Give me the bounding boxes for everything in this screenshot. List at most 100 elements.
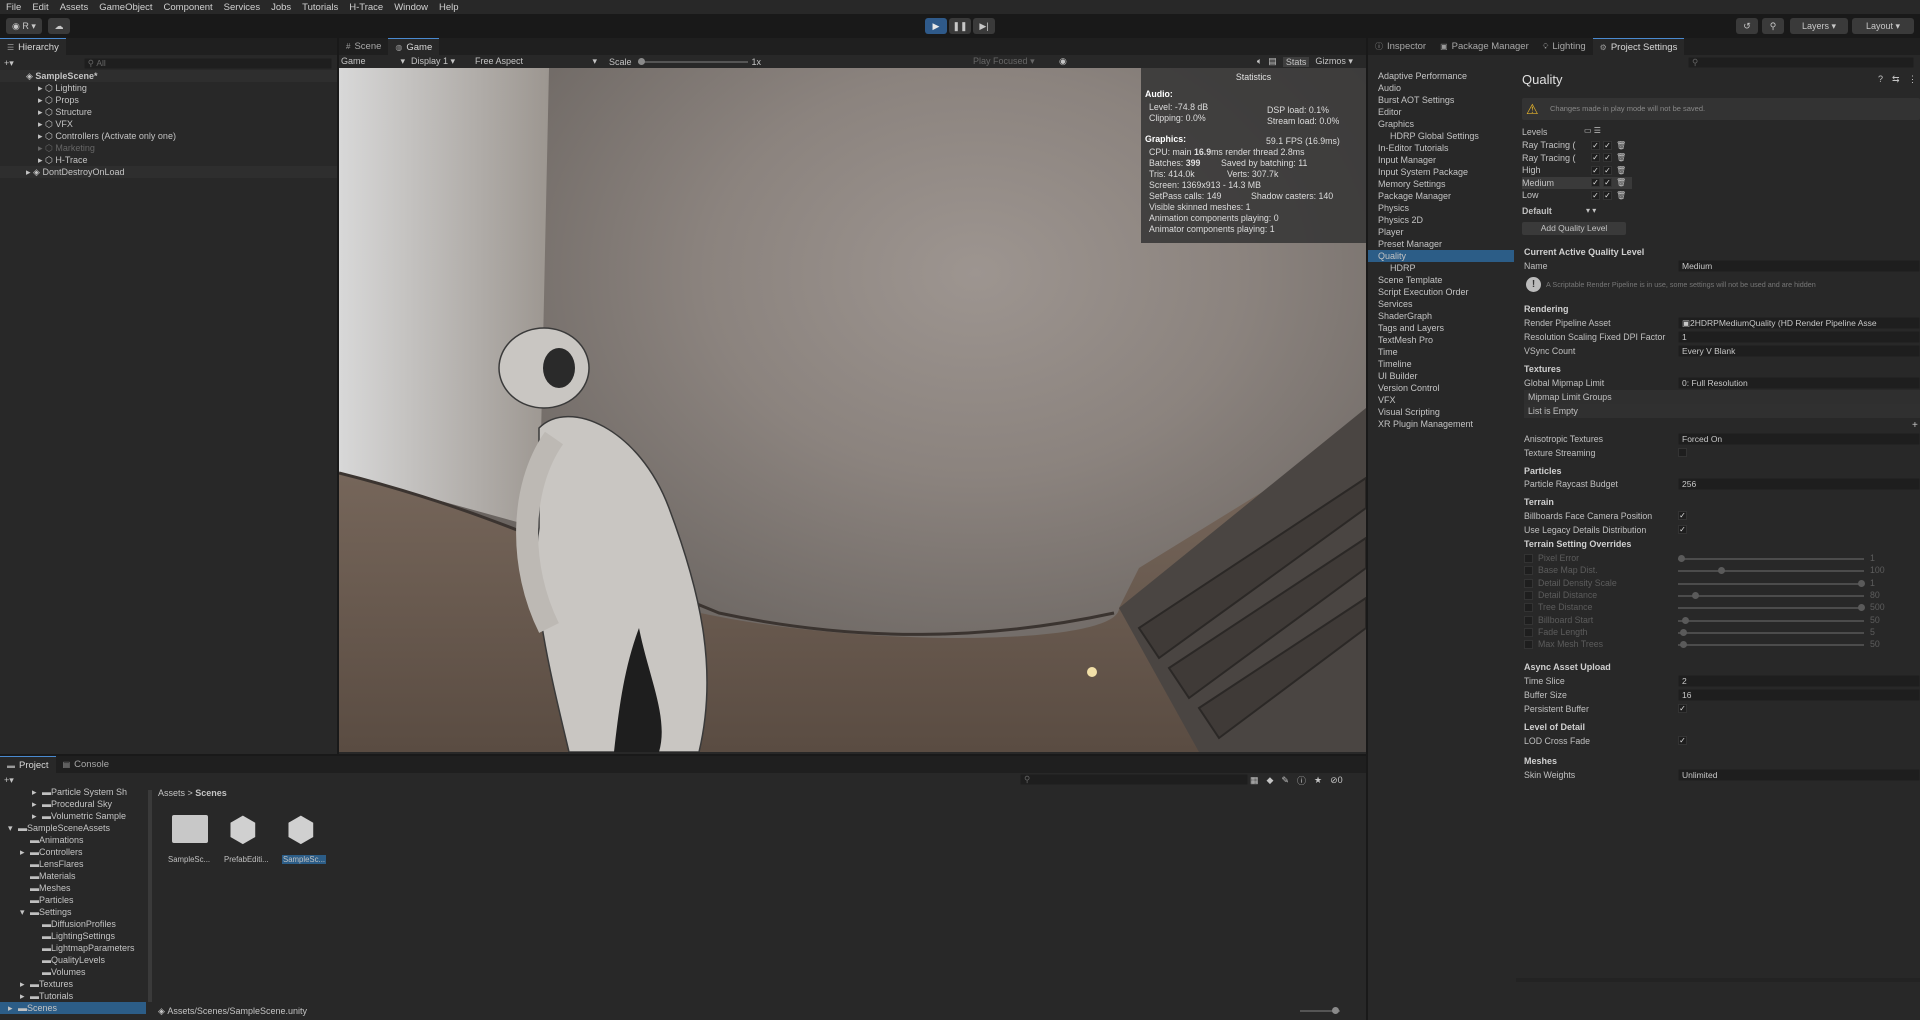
game-viewport[interactable]: Statistics Audio: Level: -74.8 dB Clippi… — [339, 68, 1366, 752]
scale-slider[interactable] — [637, 57, 748, 65]
star-icon[interactable]: ★ — [1314, 775, 1322, 786]
delete-icon[interactable]: 🗑︎ — [1616, 166, 1626, 175]
project-tree-item[interactable]: ▸ ▬ Particle System Sh — [0, 786, 146, 798]
time-slice-field[interactable]: 2 — [1678, 675, 1920, 687]
tab-package-manager[interactable]: ▣ Package Manager — [1433, 38, 1536, 55]
tab-project-settings[interactable]: ⚙ Project Settings — [1592, 38, 1685, 55]
add-icon[interactable]: + — [1912, 420, 1918, 431]
quality-level-row[interactable]: Medium ✓ ✓ 🗑︎ — [1522, 176, 1632, 189]
expand-icon[interactable]: ▸ — [32, 799, 42, 810]
override-slider[interactable] — [1678, 567, 1864, 575]
skin-dropdown[interactable]: Unlimited — [1678, 769, 1920, 781]
override-slider[interactable] — [1678, 616, 1864, 624]
override-slider[interactable] — [1678, 579, 1865, 587]
layers-dropdown[interactable]: Layers ▾ — [1790, 18, 1848, 34]
settings-nav-tags-and-layers[interactable]: Tags and Layers — [1368, 322, 1514, 334]
pause-button[interactable]: ❚❚ — [949, 18, 971, 34]
expand-icon[interactable]: ▾ — [8, 823, 18, 834]
mobile-checkbox[interactable]: ✓ — [1603, 153, 1612, 162]
icon-size-slider[interactable] — [1300, 1007, 1340, 1014]
menu-jobs[interactable]: Jobs — [271, 2, 291, 13]
pc-checkbox[interactable]: ✓ — [1591, 140, 1600, 150]
project-tree-item[interactable]: ▬ LightingSettings — [0, 930, 146, 942]
breadcrumb-assets[interactable]: Assets — [158, 788, 185, 798]
project-tree-item[interactable]: ▸ ▬ Controllers — [0, 846, 146, 858]
expand-icon[interactable]: ▸ — [20, 991, 30, 1002]
mobile-checkbox[interactable]: ✓ — [1603, 165, 1612, 175]
camera-icon[interactable]: ◉ — [1059, 56, 1067, 67]
settings-nav-version-control[interactable]: Version Control — [1368, 382, 1514, 394]
hierarchy-item[interactable]: ▸ ⬡ Structure — [38, 106, 92, 118]
settings-nav-textmesh-pro[interactable]: TextMesh Pro — [1368, 334, 1514, 346]
settings-nav-physics[interactable]: Physics — [1368, 202, 1514, 214]
settings-nav-shadergraph[interactable]: ShaderGraph — [1368, 310, 1514, 322]
settings-nav-quality[interactable]: Quality — [1368, 250, 1514, 262]
override-slider-knob[interactable] — [1678, 555, 1685, 562]
mobile-checkbox[interactable]: ✓ — [1603, 190, 1612, 200]
history-button[interactable]: ↺ — [1736, 18, 1758, 34]
override-checkbox[interactable] — [1524, 566, 1533, 576]
expand-icon[interactable]: ▸ — [20, 847, 30, 858]
cloud-button[interactable]: ☁ — [48, 18, 70, 34]
icon-size-knob[interactable] — [1332, 1007, 1339, 1014]
raycast-field[interactable]: 256 — [1678, 478, 1920, 490]
legacy-details-checkbox[interactable]: ✓ — [1678, 525, 1687, 534]
project-tree-item[interactable]: ▬ Animations — [0, 834, 146, 846]
override-slider[interactable] — [1678, 555, 1864, 562]
expand-icon[interactable]: ▸ — [20, 979, 30, 990]
menu-edit[interactable]: Edit — [32, 2, 48, 13]
settings-nav-burst-aot-settings[interactable]: Burst AOT Settings — [1368, 94, 1514, 106]
lod-cross-checkbox[interactable]: ✓ — [1678, 736, 1687, 745]
delete-icon[interactable]: 🗑︎ — [1616, 178, 1626, 187]
quality-level-row[interactable]: High ✓ ✓ 🗑︎ — [1522, 164, 1632, 176]
project-tree-item[interactable]: ▾ ▬ SampleSceneAssets — [0, 822, 146, 834]
settings-nav-adaptive-performance[interactable]: Adaptive Performance — [1368, 70, 1514, 82]
rp-asset-field[interactable]: ▣ 2HDRPMediumQuality (HD Render Pipeline … — [1678, 317, 1920, 329]
tab-console[interactable]: ▤ Console — [56, 756, 116, 773]
mip-groups-header[interactable]: Mipmap Limit Groups — [1524, 390, 1920, 404]
hierarchy-item[interactable]: ▸ ⬡ H-Trace — [38, 154, 88, 166]
display-dropdown[interactable]: Display 1 ▾ — [411, 56, 475, 67]
quality-level-row[interactable]: Low ✓ ✓ 🗑︎ — [1522, 189, 1632, 201]
step-button[interactable]: ▶| — [973, 18, 995, 34]
tab-inspector[interactable]: ⓘ Inspector — [1368, 38, 1433, 55]
filter-type-icon[interactable]: ▦ — [1250, 775, 1259, 786]
preset-icon[interactable]: ⇆ — [1892, 74, 1900, 85]
asset-tile[interactable]: ⬢ PrefabEditi... — [224, 811, 276, 869]
override-slider-knob[interactable] — [1858, 604, 1865, 612]
aniso-dropdown[interactable]: Forced On — [1678, 433, 1920, 445]
mobile-checkbox[interactable]: ✓ — [1603, 178, 1612, 187]
project-tree-item[interactable]: ▬ QualityLevels — [0, 954, 146, 966]
project-tree-item[interactable]: ▸ ▬ Volumetric Sample — [0, 810, 146, 822]
game-view-dropdown[interactable]: Game ▾ — [341, 56, 405, 67]
override-slider-knob[interactable] — [1681, 616, 1689, 624]
settings-nav-timeline[interactable]: Timeline — [1368, 358, 1514, 370]
override-slider[interactable] — [1678, 591, 1864, 599]
tab-game[interactable]: ◍ Game — [388, 38, 440, 55]
pc-checkbox[interactable]: ✓ — [1591, 153, 1600, 162]
menu-help[interactable]: Help — [439, 2, 459, 13]
settings-nav-script-execution-order[interactable]: Script Execution Order — [1368, 286, 1514, 298]
project-tree-item[interactable]: ▬ Materials — [0, 870, 146, 882]
hierarchy-item[interactable]: ▸ ⬡ Lighting — [38, 82, 87, 94]
pc-checkbox[interactable]: ✓ — [1591, 165, 1600, 175]
pc-checkbox[interactable]: ✓ — [1591, 190, 1600, 200]
override-slider-knob[interactable] — [1858, 579, 1865, 587]
settings-nav-vfx[interactable]: VFX — [1368, 394, 1514, 406]
override-checkbox[interactable] — [1524, 627, 1533, 637]
more-icon[interactable]: ⋮ — [1908, 74, 1917, 85]
delete-icon[interactable]: 🗑︎ — [1616, 141, 1626, 150]
settings-nav-ui-builder[interactable]: UI Builder — [1368, 370, 1514, 382]
settings-nav-input-system-package[interactable]: Input System Package — [1368, 166, 1514, 178]
add-icon[interactable]: +▾ — [4, 58, 14, 69]
aspect-dropdown[interactable]: Free Aspect ▾ — [475, 56, 597, 67]
account-button[interactable]: ◉ R ▾ — [6, 18, 42, 34]
gizmos-dropdown[interactable]: Gizmos ▾ — [1315, 56, 1353, 67]
settings-nav-graphics[interactable]: Graphics — [1368, 118, 1514, 130]
settings-nav-scene-template[interactable]: Scene Template — [1368, 274, 1514, 286]
dontdestroy-row[interactable]: ▸ ◈ DontDestroyOnLoad — [0, 166, 337, 178]
horizontal-scrollbar[interactable] — [1516, 978, 1920, 982]
stats-toggle[interactable]: Stats — [1282, 56, 1310, 67]
override-slider-knob[interactable] — [1692, 591, 1700, 599]
mute-icon[interactable]: 🔈︎ — [1257, 56, 1262, 67]
